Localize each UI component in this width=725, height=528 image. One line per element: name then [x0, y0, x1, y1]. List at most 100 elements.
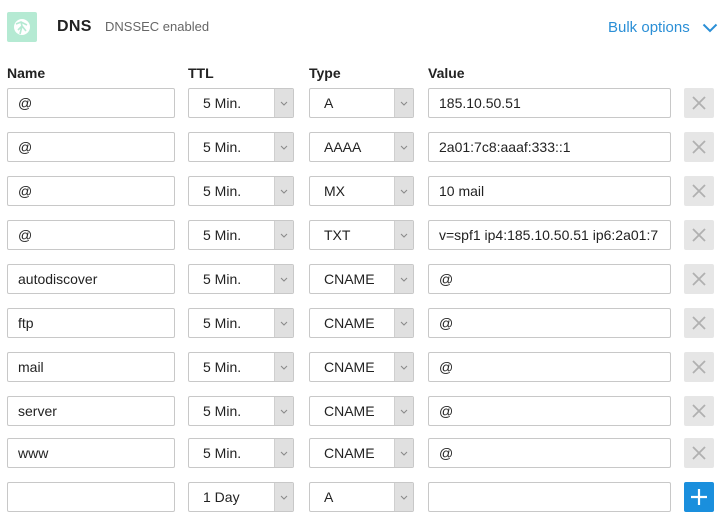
record-type-value: A — [324, 489, 334, 505]
record-value-input[interactable]: 10 mail — [428, 176, 671, 206]
close-icon — [692, 404, 706, 418]
record-type-select[interactable]: AAAA — [309, 132, 414, 162]
record-ttl-select[interactable]: 5 Min. — [188, 352, 294, 382]
record-value-input[interactable]: @ — [428, 438, 671, 468]
chevron-down-icon — [280, 365, 288, 370]
record-ttl-select[interactable]: 5 Min. — [188, 438, 294, 468]
chevron-down-icon — [280, 321, 288, 326]
record-type-select[interactable]: CNAME — [309, 438, 414, 468]
ttl-dropdown-arrow[interactable] — [274, 397, 293, 425]
delete-record-button[interactable] — [684, 438, 714, 468]
delete-record-button[interactable] — [684, 308, 714, 338]
record-row: @5 Min. MX 10 mail — [0, 176, 725, 206]
record-type-select[interactable]: A — [309, 482, 414, 512]
ttl-dropdown-arrow[interactable] — [274, 483, 293, 511]
chevron-down-icon — [702, 23, 717, 32]
record-type-value: CNAME — [324, 359, 375, 375]
bulk-options-button[interactable]: Bulk options — [608, 19, 718, 36]
record-value-input[interactable]: v=spf1 ip4:185.10.50.51 ip6:2a01:7 — [428, 220, 671, 250]
record-ttl-select[interactable]: 5 Min. — [188, 264, 294, 294]
record-row: server 5 Min. CNAME @ — [0, 396, 725, 426]
add-record-button[interactable] — [684, 482, 714, 512]
record-type-select[interactable]: TXT — [309, 220, 414, 250]
record-row: autodiscover 5 Min. CNAME @ — [0, 264, 725, 294]
record-type-value: MX — [324, 183, 345, 199]
ttl-dropdown-arrow[interactable] — [274, 221, 293, 249]
type-dropdown-arrow[interactable] — [394, 177, 413, 205]
record-ttl-select[interactable]: 5 Min. — [188, 308, 294, 338]
record-ttl-select[interactable]: 5 Min. — [188, 176, 294, 206]
chevron-down-icon — [280, 409, 288, 414]
record-type-select[interactable]: CNAME — [309, 264, 414, 294]
record-ttl-select[interactable]: 5 Min. — [188, 88, 294, 118]
record-name-input[interactable]: autodiscover — [7, 264, 175, 294]
record-type-select[interactable]: MX — [309, 176, 414, 206]
record-value-input[interactable] — [428, 482, 671, 512]
record-name-input[interactable]: @ — [7, 88, 175, 118]
type-dropdown-arrow[interactable] — [394, 133, 413, 161]
record-type-value: AAAA — [324, 139, 362, 155]
type-dropdown-arrow[interactable] — [394, 439, 413, 467]
type-dropdown-arrow[interactable] — [394, 309, 413, 337]
record-ttl-value: 1 Day — [203, 489, 240, 505]
type-dropdown-arrow[interactable] — [394, 221, 413, 249]
new-record-row: 1 Day A — [0, 482, 725, 512]
ttl-dropdown-arrow[interactable] — [274, 265, 293, 293]
close-icon — [692, 140, 706, 154]
delete-record-button[interactable] — [684, 88, 714, 118]
chevron-down-icon — [400, 101, 408, 106]
record-type-select[interactable]: CNAME — [309, 352, 414, 382]
record-value-input[interactable]: @ — [428, 352, 671, 382]
type-dropdown-arrow[interactable] — [394, 483, 413, 511]
delete-record-button[interactable] — [684, 220, 714, 250]
type-dropdown-arrow[interactable] — [394, 353, 413, 381]
record-name-input[interactable]: @ — [7, 220, 175, 250]
delete-record-button[interactable] — [684, 396, 714, 426]
record-value-input[interactable]: 185.10.50.51 — [428, 88, 671, 118]
bulk-options-label: Bulk options — [608, 19, 690, 36]
ttl-dropdown-arrow[interactable] — [274, 177, 293, 205]
close-icon — [692, 184, 706, 198]
type-dropdown-arrow[interactable] — [394, 89, 413, 117]
dnssec-status: DNSSEC enabled — [105, 19, 210, 34]
chevron-down-icon — [280, 189, 288, 194]
record-value-input[interactable]: @ — [428, 308, 671, 338]
delete-record-button[interactable] — [684, 264, 714, 294]
record-name-input[interactable]: @ — [7, 176, 175, 206]
record-type-value: CNAME — [324, 271, 375, 287]
record-name-input[interactable]: mail — [7, 352, 175, 382]
record-ttl-select[interactable]: 5 Min. — [188, 220, 294, 250]
record-name-input[interactable]: server — [7, 396, 175, 426]
close-icon — [692, 446, 706, 460]
record-type-select[interactable]: CNAME — [309, 396, 414, 426]
ttl-dropdown-arrow[interactable] — [274, 133, 293, 161]
record-value-input[interactable]: @ — [428, 396, 671, 426]
delete-record-button[interactable] — [684, 176, 714, 206]
record-ttl-select[interactable]: 5 Min. — [188, 132, 294, 162]
type-dropdown-arrow[interactable] — [394, 265, 413, 293]
record-ttl-select[interactable]: 5 Min. — [188, 396, 294, 426]
delete-record-button[interactable] — [684, 352, 714, 382]
ttl-dropdown-arrow[interactable] — [274, 89, 293, 117]
ttl-dropdown-arrow[interactable] — [274, 439, 293, 467]
record-type-select[interactable]: A — [309, 88, 414, 118]
record-value-input[interactable]: @ — [428, 264, 671, 294]
record-name-input[interactable]: @ — [7, 132, 175, 162]
record-row: @5 Min. AAAA 2a01:7c8:aaaf:333::1 — [0, 132, 725, 162]
record-ttl-value: 5 Min. — [203, 403, 242, 419]
record-row: ftp 5 Min. CNAME @ — [0, 308, 725, 338]
ttl-dropdown-arrow[interactable] — [274, 353, 293, 381]
record-name-input[interactable] — [7, 482, 175, 512]
record-ttl-select[interactable]: 1 Day — [188, 482, 294, 512]
dns-logo — [7, 12, 37, 42]
close-icon — [692, 228, 706, 242]
record-name-input[interactable]: www — [7, 438, 175, 468]
chevron-down-icon — [280, 277, 288, 282]
delete-record-button[interactable] — [684, 132, 714, 162]
record-type-select[interactable]: CNAME — [309, 308, 414, 338]
record-value-input[interactable]: 2a01:7c8:aaaf:333::1 — [428, 132, 671, 162]
ttl-dropdown-arrow[interactable] — [274, 309, 293, 337]
chevron-down-icon — [280, 451, 288, 456]
type-dropdown-arrow[interactable] — [394, 397, 413, 425]
record-name-input[interactable]: ftp — [7, 308, 175, 338]
